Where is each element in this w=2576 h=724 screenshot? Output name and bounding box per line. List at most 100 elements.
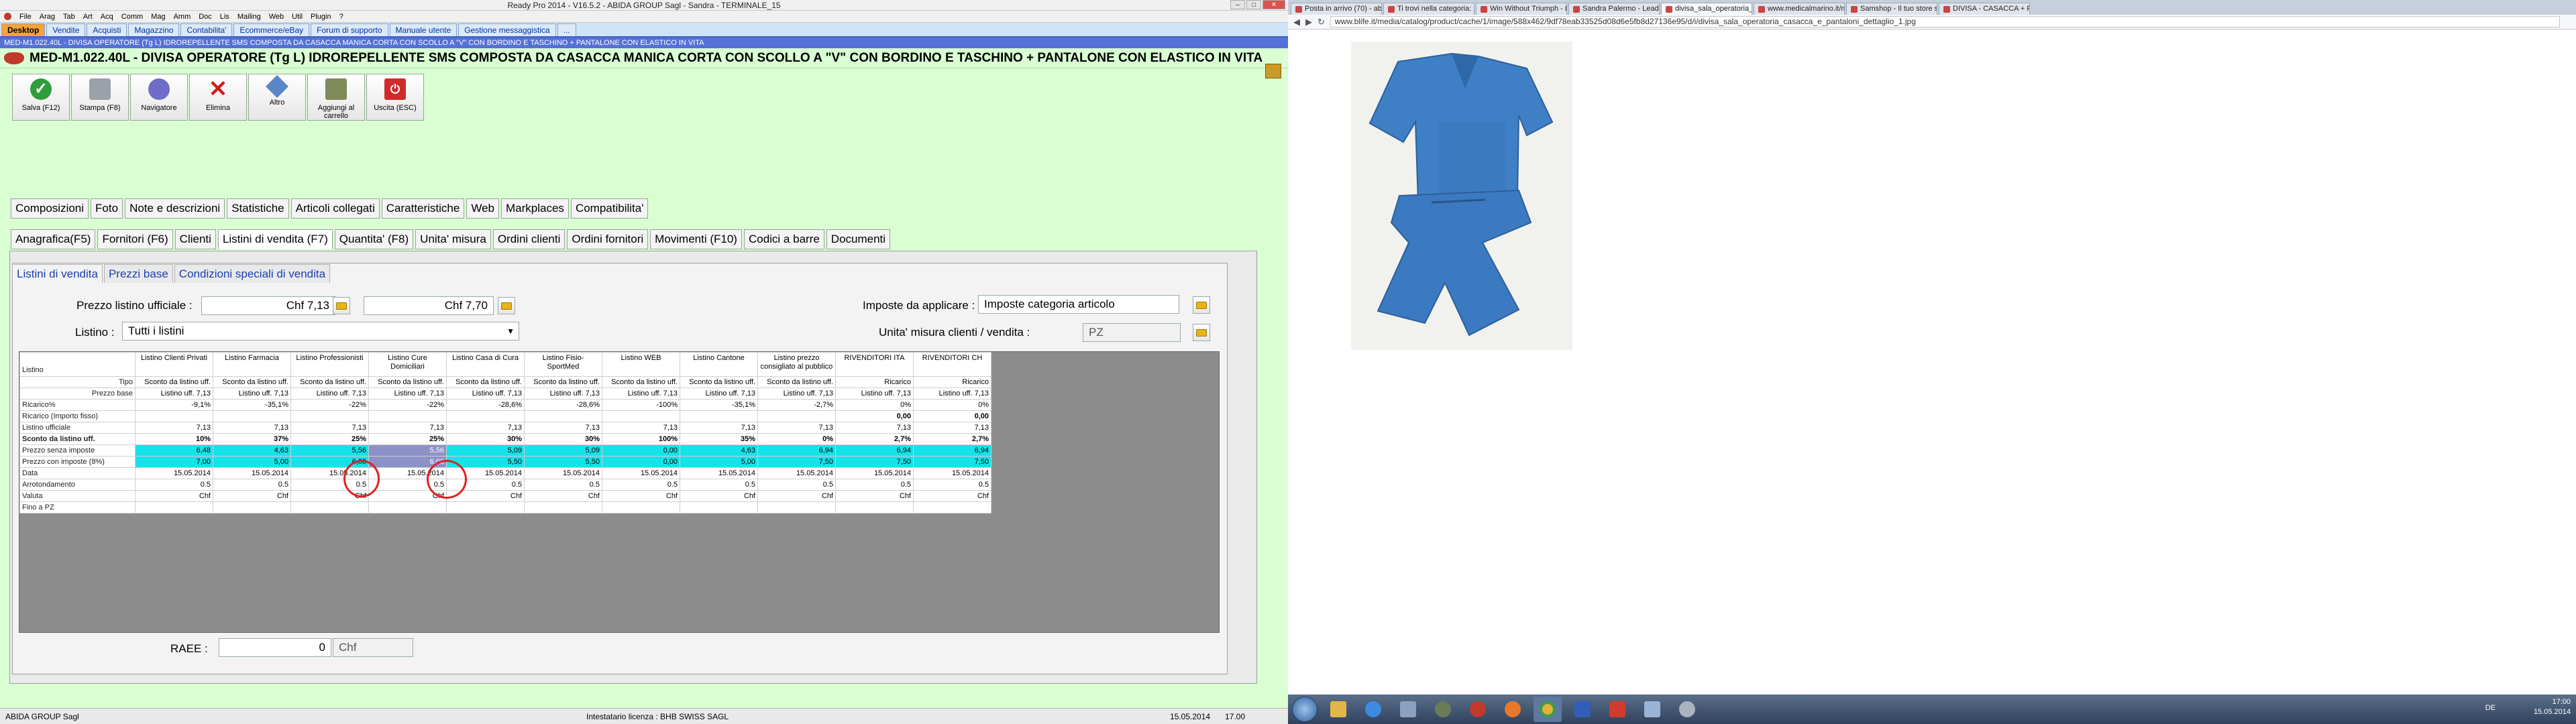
table-cell[interactable]: 7,50 [913, 456, 991, 468]
listino-select[interactable]: Tutti i listini ▼ [122, 322, 519, 341]
window-icon[interactable] [1638, 697, 1666, 722]
section-tab[interactable]: Ordini fornitori [567, 229, 649, 249]
table-cell[interactable]: 15.05.2014 [680, 467, 758, 479]
browser-tab[interactable]: Samshop - Il tuo store sa [1846, 3, 1937, 15]
menu-item[interactable]: ? [339, 13, 343, 21]
table-cell[interactable] [368, 501, 447, 514]
table-cell[interactable]: Ricarico [913, 376, 991, 388]
table-cell[interactable]: 5,09 [446, 444, 525, 457]
app-tab[interactable]: ... [557, 23, 576, 36]
table-cell[interactable]: 15.05.2014 [213, 467, 291, 479]
minimize-icon[interactable]: – [1230, 0, 1245, 9]
table-cell[interactable] [446, 501, 525, 514]
table-cell[interactable]: Chf [835, 490, 914, 502]
table-cell[interactable] [913, 501, 991, 514]
folder-icon[interactable] [1193, 324, 1210, 341]
table-cell[interactable]: 25% [368, 433, 447, 445]
language-indicator[interactable]: DE [2485, 704, 2496, 712]
table-cell[interactable]: 15.05.2014 [524, 467, 602, 479]
exit-button[interactable]: ⏻ Uscita (ESC) [366, 74, 424, 121]
browser-tab[interactable]: Ti trovi nella categoria: 2 [1383, 3, 1474, 15]
table-cell[interactable] [524, 410, 602, 422]
table-cell[interactable] [602, 410, 680, 422]
subtab[interactable]: Listini di vendita [12, 264, 103, 283]
word-icon[interactable] [1568, 697, 1597, 722]
table-cell[interactable] [602, 501, 680, 514]
app-tab[interactable]: Forum di supporto [311, 23, 388, 36]
table-cell[interactable]: 5,56 [290, 444, 369, 457]
menu-item[interactable]: Mailing [237, 13, 261, 21]
section-tab[interactable]: Fornitori (F6) [97, 229, 173, 249]
table-cell[interactable]: 0.5 [213, 479, 291, 491]
section-tab[interactable]: Unita' misura [415, 229, 491, 249]
table-cell[interactable]: 0% [757, 433, 836, 445]
table-cell[interactable]: Listino uff. 7,13 [213, 387, 291, 400]
app-tab[interactable]: Contabilita' [180, 23, 233, 36]
table-cell[interactable]: Listino uff. 7,13 [368, 387, 447, 400]
table-cell[interactable]: 7,50 [835, 456, 914, 468]
folder-icon[interactable] [1193, 296, 1210, 314]
table-cell[interactable]: 30% [524, 433, 602, 445]
table-cell[interactable] [757, 501, 836, 514]
table-cell[interactable]: 0.5 [680, 479, 758, 491]
section-tab[interactable]: Codici a barre [743, 229, 824, 249]
section-tab[interactable]: Articoli collegati [290, 198, 380, 219]
table-cell[interactable]: -35,1% [213, 399, 291, 411]
table-cell[interactable]: Chf [602, 490, 680, 502]
table-cell[interactable]: 0,00 [835, 410, 914, 422]
app-tab[interactable]: Magazzino [128, 23, 180, 36]
menu-item[interactable]: Art [83, 13, 93, 21]
column-header[interactable]: Listino Farmacia [213, 352, 291, 377]
chrome-icon[interactable] [1534, 697, 1562, 722]
table-cell[interactable] [835, 501, 914, 514]
table-cell[interactable]: Listino uff. 7,13 [680, 387, 758, 400]
table-cell[interactable]: 6,48 [135, 444, 213, 457]
table-cell[interactable]: Sconto da listino uff. [602, 376, 680, 388]
menu-item[interactable]: Tab [63, 13, 75, 21]
table-cell[interactable]: -28,6% [446, 399, 525, 411]
table-cell[interactable]: 7,13 [680, 422, 758, 434]
table-cell[interactable]: 0% [913, 399, 991, 411]
table-cell[interactable]: 7,13 [757, 422, 836, 434]
table-cell[interactable] [135, 410, 213, 422]
table-cell[interactable]: Listino uff. 7,13 [835, 387, 914, 400]
column-header[interactable]: Listino Cantone [680, 352, 758, 377]
menu-item[interactable]: File [19, 13, 32, 21]
table-cell[interactable]: 15.05.2014 [835, 467, 914, 479]
column-header[interactable]: Listino WEB [602, 352, 680, 377]
forward-icon[interactable]: ▶ [1305, 17, 1312, 27]
ie-icon[interactable] [1359, 697, 1387, 722]
navigator-button[interactable]: Navigatore [130, 74, 188, 121]
menu-item[interactable]: Acq [101, 13, 113, 21]
table-cell[interactable] [446, 410, 525, 422]
reload-icon[interactable]: ↻ [1318, 17, 1325, 27]
table-cell[interactable]: Listino uff. 7,13 [757, 387, 836, 400]
table-cell[interactable]: 7,00 [135, 456, 213, 468]
table-cell[interactable]: 0.5 [135, 479, 213, 491]
column-header[interactable]: Listino Casa di Cura [446, 352, 525, 377]
table-cell[interactable] [213, 501, 291, 514]
table-cell[interactable]: Sconto da listino uff. [368, 376, 447, 388]
menu-item[interactable]: Arag [40, 13, 55, 21]
table-cell[interactable]: Listino uff. 7,13 [446, 387, 525, 400]
readypro-icon[interactable] [1464, 697, 1492, 722]
firefox-icon[interactable] [1499, 697, 1527, 722]
table-cell[interactable]: 7,13 [913, 422, 991, 434]
table-cell[interactable]: 0.5 [602, 479, 680, 491]
maximize-icon[interactable]: □ [1246, 0, 1261, 9]
table-cell[interactable]: Sconto da listino uff. [446, 376, 525, 388]
table-cell[interactable] [524, 501, 602, 514]
unita-misura-field[interactable]: PZ [1083, 323, 1181, 342]
table-cell[interactable]: 25% [290, 433, 369, 445]
delete-button[interactable]: ✕ Elimina [189, 74, 247, 121]
table-cell[interactable]: Sconto da listino uff. [213, 376, 291, 388]
table-cell[interactable]: 6,94 [913, 444, 991, 457]
table-cell[interactable]: 0% [835, 399, 914, 411]
column-header[interactable]: RIVENDITORI ITA [835, 352, 914, 377]
section-tab[interactable]: Compatibilita' [570, 198, 649, 219]
section-tab[interactable]: Anagrafica(F5) [11, 229, 96, 249]
table-cell[interactable]: Sconto da listino uff. [680, 376, 758, 388]
menu-item[interactable]: Mag [151, 13, 165, 21]
table-cell[interactable]: 2,7% [835, 433, 914, 445]
table-cell[interactable]: 5,50 [524, 456, 602, 468]
